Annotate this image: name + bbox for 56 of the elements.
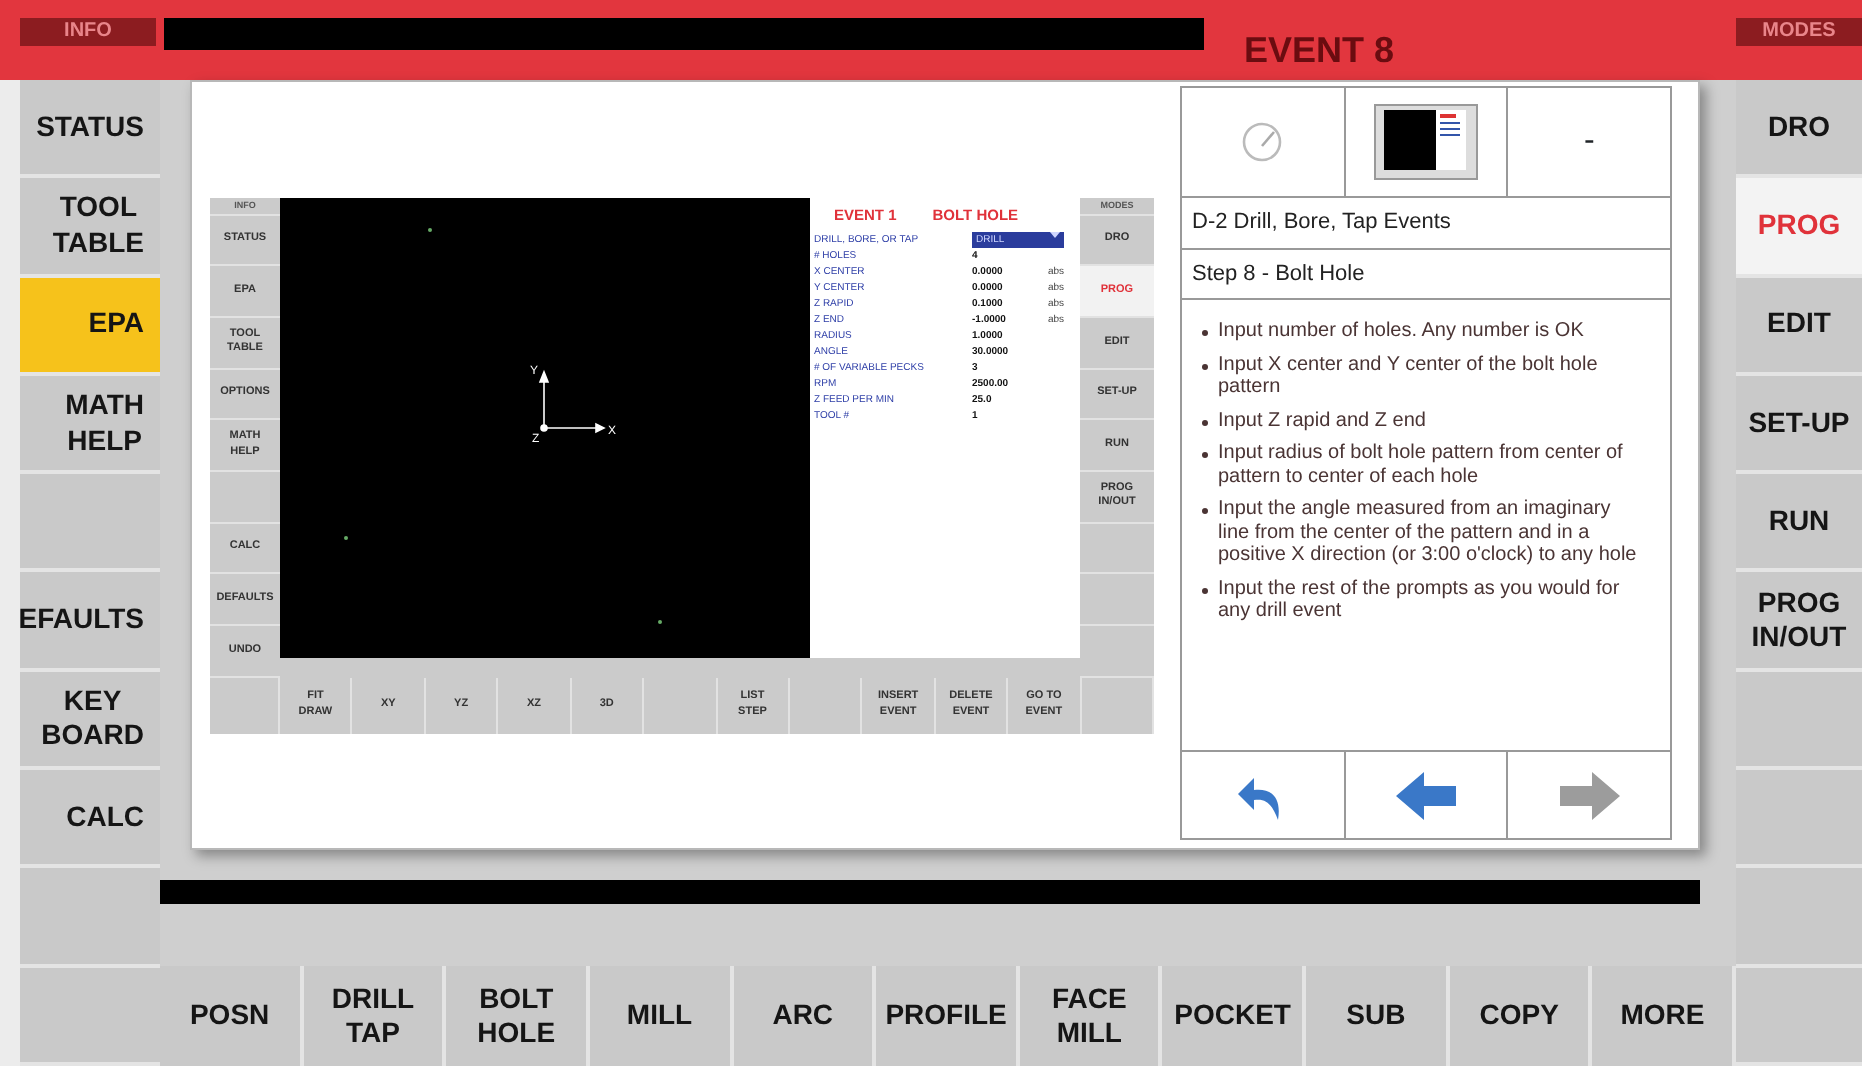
gauge-icon: [1240, 120, 1285, 164]
menu-button[interactable]: DRO: [1736, 80, 1862, 179]
event-button[interactable]: MORE: [1592, 966, 1737, 1066]
event-button[interactable]: BOLT HOLE: [446, 966, 590, 1066]
bullet-icon: [1202, 363, 1208, 369]
blank-button[interactable]: [1736, 967, 1862, 1066]
menu-button[interactable]: SET-UP: [1736, 375, 1862, 475]
bullet-icon: [1202, 330, 1208, 336]
help-text: Input the angle measured from an imaginary line from the center of the pattern and in a positive X direction (or 3:00 o'clock) to any hole: [1218, 498, 1638, 567]
blank-button[interactable]: [20, 474, 160, 573]
point-marker: [428, 227, 432, 231]
point-marker: [344, 535, 348, 539]
event-button[interactable]: FACE MILL: [1019, 966, 1163, 1066]
step-title: Step 8 - Bolt Hole: [1182, 249, 1670, 300]
event-button[interactable]: MILL: [589, 966, 734, 1066]
blank-button[interactable]: [1736, 671, 1862, 771]
info-label: INFO: [20, 18, 156, 46]
menu-button[interactable]: CALC: [20, 770, 160, 869]
menu-button[interactable]: EPA: [20, 277, 160, 376]
bullet-icon: [1202, 587, 1208, 593]
help-text: Input X center and Y center of the bolt hole pattern: [1218, 353, 1600, 399]
axis-drawing: [538, 368, 606, 433]
bullet-icon: [1202, 452, 1208, 458]
help-text: Input Z rapid and Z end: [1218, 409, 1426, 432]
menu-button[interactable]: KEY BOARD: [20, 671, 160, 771]
blank-button[interactable]: [1736, 868, 1862, 968]
bullet-icon: [1202, 419, 1208, 425]
blank-button[interactable]: [20, 868, 160, 968]
menu-button[interactable]: RUN: [1736, 474, 1862, 573]
modes-label: MODES: [1736, 18, 1862, 46]
bullet-icon: [1202, 508, 1208, 514]
menu-button[interactable]: EFAULTS: [20, 572, 160, 672]
screen-thumbnail-drawing: [1374, 104, 1478, 180]
event-button[interactable]: POSN: [160, 966, 304, 1066]
menu-button[interactable]: PROG: [1736, 178, 1862, 278]
help-text: Input number of holes. Any number is OK: [1218, 320, 1584, 343]
blank-button[interactable]: [1736, 770, 1862, 869]
help-title: D-2 Drill, Bore, Tap Events: [1182, 198, 1670, 249]
menu-button[interactable]: PROG IN/OUT: [1736, 572, 1862, 672]
menu-button[interactable]: STATUS: [20, 80, 160, 179]
dash-label: -: [1584, 122, 1595, 162]
event-button[interactable]: COPY: [1449, 966, 1593, 1066]
event-button[interactable]: POCKET: [1162, 966, 1307, 1066]
event-button[interactable]: SUB: [1306, 966, 1450, 1066]
event-button[interactable]: ARC: [733, 966, 877, 1066]
menu-button[interactable]: TOOL TABLE: [20, 178, 160, 278]
menu-button[interactable]: EDIT: [1736, 277, 1862, 376]
event-button[interactable]: PROFILE: [876, 966, 1020, 1066]
event-button[interactable]: DRILL TAP: [303, 966, 447, 1066]
menu-button[interactable]: MATH HELP: [20, 375, 160, 475]
help-text: Input radius of bolt hole pattern from center of pattern to center of each hole: [1218, 442, 1625, 488]
event-title: EVENT 8: [1244, 30, 1397, 70]
caret-icon: [1050, 231, 1060, 240]
help-text: Input the rest of the prompts as you would for any drill event: [1218, 577, 1622, 623]
blank-button[interactable]: [20, 967, 160, 1066]
point-marker: [658, 619, 662, 623]
